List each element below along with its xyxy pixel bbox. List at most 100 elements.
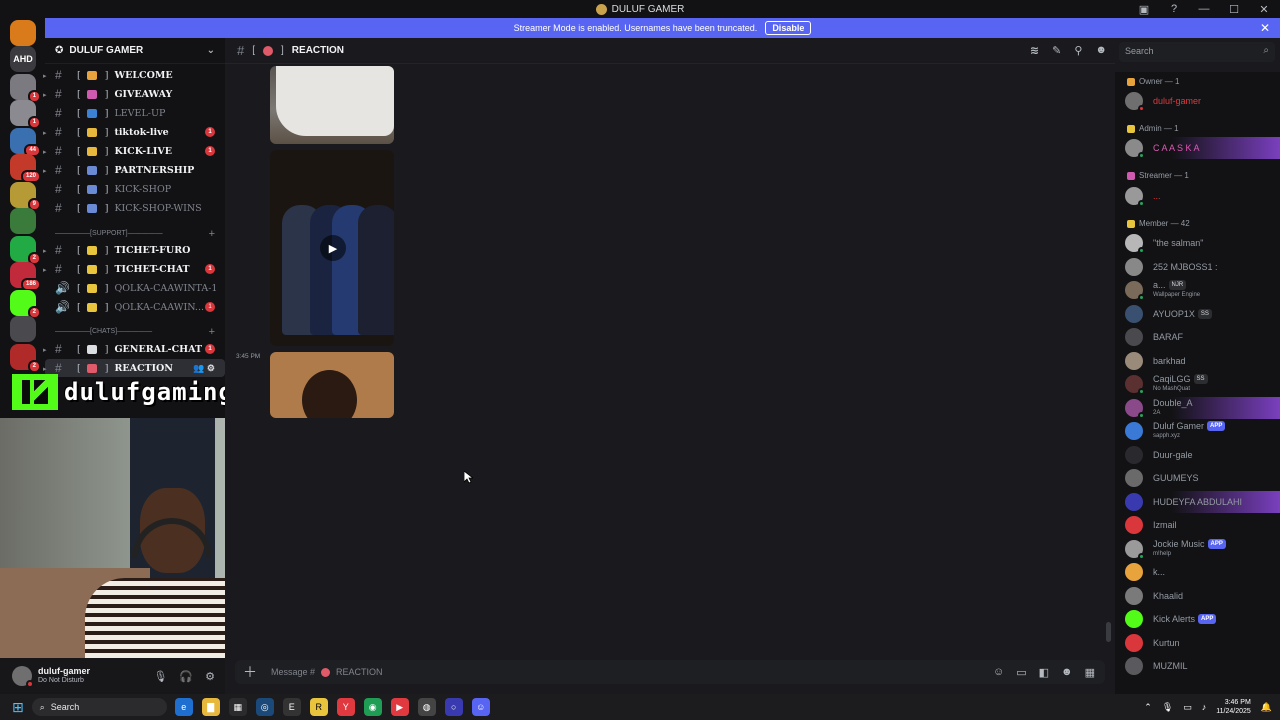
apps-icon[interactable]: ▦: [1085, 666, 1095, 679]
member-item[interactable]: k...: [1125, 561, 1280, 583]
clock[interactable]: 3:46 PM 11/24/2025: [1216, 698, 1251, 716]
epic-icon[interactable]: E: [282, 698, 301, 716]
server-icon[interactable]: 186: [10, 262, 41, 291]
add-attachment-icon[interactable]: ＋: [243, 662, 257, 682]
youtube-icon[interactable]: ▶: [390, 698, 409, 716]
member-item[interactable]: Khaalid: [1125, 585, 1280, 607]
server-icon[interactable]: 44: [10, 128, 41, 157]
channel-tiktok-live[interactable]: ▸ #[] tiktok-live 1: [43, 123, 225, 141]
channel-general-chat[interactable]: ▸ #[] GENERAL-CHAT 1: [43, 340, 225, 358]
rockstar-icon[interactable]: R: [309, 698, 328, 716]
emoji-icon[interactable]: ☻: [1061, 666, 1073, 679]
play-icon[interactable]: ▶: [320, 235, 346, 261]
microphone-icon[interactable]: 🎙: [153, 670, 167, 683]
threads-icon[interactable]: ≋: [1030, 44, 1039, 57]
pin-icon[interactable]: ⚲: [1074, 44, 1082, 57]
close-icon[interactable]: ✕: [1256, 3, 1272, 16]
search-input[interactable]: Search ⌕: [1119, 42, 1275, 62]
member-item[interactable]: ...: [1125, 185, 1280, 207]
inbox-icon[interactable]: ▣: [1136, 3, 1152, 16]
scrollbar[interactable]: [1106, 622, 1111, 642]
disable-button[interactable]: Disable: [765, 21, 812, 35]
obs-icon[interactable]: ◍: [417, 698, 436, 716]
gift-icon[interactable]: ☺: [993, 666, 1004, 679]
notification-bell-icon[interactable]: 🔔: [1261, 702, 1272, 713]
member-item[interactable]: "the salman": [1125, 232, 1280, 254]
channel-settings-icon[interactable]: 👥 ⚙: [193, 363, 215, 374]
server-icon[interactable]: 120: [10, 154, 41, 183]
channel-partnership[interactable]: ▸ #[] PARTNERSHIP: [43, 161, 225, 179]
server-icon[interactable]: 9: [10, 182, 41, 211]
member-item[interactable]: MUZMIL: [1125, 655, 1280, 677]
video-attachment[interactable]: [270, 352, 394, 418]
message-composer[interactable]: ＋ Message # REACTION ☺ ▭ ◧ ☻ ▦: [235, 660, 1105, 684]
member-item[interactable]: Kick Alerts APP: [1125, 608, 1280, 630]
server-icon[interactable]: [10, 316, 36, 342]
maximize-icon[interactable]: ☐: [1226, 3, 1242, 16]
video-attachment[interactable]: [270, 66, 394, 144]
minimize-icon[interactable]: —: [1196, 3, 1212, 15]
server-icon[interactable]: 1: [10, 74, 41, 103]
notification-icon[interactable]: ✎: [1052, 44, 1061, 57]
gif-icon[interactable]: ▭: [1016, 666, 1026, 679]
avatar[interactable]: [12, 666, 34, 688]
member-item[interactable]: Double_A 2A: [1125, 396, 1280, 419]
volume-icon[interactable]: ♪: [1202, 702, 1207, 712]
banner-close-icon[interactable]: ✕: [1260, 21, 1270, 35]
yandex-icon[interactable]: Y: [336, 698, 355, 716]
server-icon[interactable]: [10, 20, 36, 46]
member-item[interactable]: duluf-gamer: [1125, 90, 1280, 112]
member-list-icon[interactable]: ☻: [1095, 44, 1107, 57]
microphone-icon[interactable]: 🎙: [1162, 702, 1173, 713]
server-header[interactable]: ✪ DULUF GAMER ⌄: [45, 38, 225, 64]
member-item[interactable]: barkhad: [1125, 350, 1280, 372]
channel-kick-shop[interactable]: #[] KICK-SHOP: [45, 180, 225, 198]
channel-kick-live[interactable]: ▸ #[] KICK-LIVE 1: [43, 142, 225, 160]
help-icon[interactable]: ?: [1166, 3, 1182, 15]
channel-tichet-furo[interactable]: ▸ #[] TICHET-FURO: [43, 241, 225, 259]
member-item[interactable]: AYUOP1X SS: [1125, 303, 1280, 325]
member-item[interactable]: Jockie Music APP m!help: [1125, 538, 1280, 560]
server-icon[interactable]: 2: [10, 290, 41, 319]
taskbar-search[interactable]: ⌕ Search: [31, 698, 167, 716]
member-item[interactable]: GUUMEYS: [1125, 467, 1280, 489]
store-icon[interactable]: ▦: [228, 698, 247, 716]
server-icon[interactable]: 1: [10, 100, 41, 129]
channel-qolka-caawin[interactable]: 🔊[] QOLKA-CAAWIN... 1: [45, 298, 225, 316]
member-item[interactable]: Kurtun: [1125, 632, 1280, 654]
windows-start-icon[interactable]: ⊞: [12, 699, 24, 716]
settings-gear-icon[interactable]: ⚙: [205, 670, 215, 683]
channel-giveaway[interactable]: ▸ #[] GIVEAWAY: [43, 85, 225, 103]
member-item[interactable]: CaqiLGG SS No MashQuat: [1125, 373, 1280, 395]
member-item[interactable]: HUDEYFA ABDULAHI: [1125, 490, 1280, 513]
member-item[interactable]: Izmail: [1125, 514, 1280, 536]
channel-tichet-chat[interactable]: ▸ #[] TICHET-CHAT 1: [43, 260, 225, 278]
server-icon[interactable]: 2: [10, 236, 41, 265]
headset-icon[interactable]: 🎧: [179, 670, 193, 683]
network-icon[interactable]: ▭: [1183, 702, 1192, 713]
chrome-icon[interactable]: ◉: [363, 698, 382, 716]
app-icon[interactable]: ○: [444, 698, 463, 716]
discord-icon[interactable]: ☺: [471, 698, 490, 716]
edge-icon[interactable]: e: [174, 698, 193, 716]
server-icon[interactable]: [10, 208, 36, 234]
member-item[interactable]: Duur-gale: [1125, 444, 1280, 466]
video-attachment[interactable]: ▶: [270, 150, 394, 346]
sticker-icon[interactable]: ◧: [1039, 666, 1049, 679]
channel-level-up[interactable]: #[] LEVEL-UP: [45, 104, 225, 122]
member-item[interactable]: BARAF: [1125, 326, 1280, 348]
channel-welcome[interactable]: ▸ #[] WELCOME: [43, 66, 225, 84]
member-item[interactable]: 252 MJBOSS1 :: [1125, 256, 1280, 278]
member-item[interactable]: C A A S K A: [1125, 137, 1280, 159]
category-support[interactable]: ————— [SUPPORT] ————— +: [55, 228, 215, 240]
steam-icon[interactable]: ◎: [255, 698, 274, 716]
channel-qolka-caawinta-1[interactable]: 🔊[] QOLKA-CAAWINTA-1: [45, 279, 225, 297]
member-item[interactable]: a... NJR Wallpaper Engine: [1125, 279, 1280, 301]
server-icon[interactable]: AHD: [10, 46, 36, 72]
add-channel-icon[interactable]: +: [209, 326, 215, 338]
channel-kick-shop-wins[interactable]: #[] KICK-SHOP-WINS: [45, 199, 225, 217]
add-channel-icon[interactable]: +: [209, 228, 215, 240]
member-item[interactable]: Duluf Gamer APP sapph.xyz: [1125, 420, 1280, 442]
category-chats[interactable]: ————— [CHATS] ————— +: [55, 326, 215, 338]
server-icon[interactable]: 2: [10, 344, 41, 373]
